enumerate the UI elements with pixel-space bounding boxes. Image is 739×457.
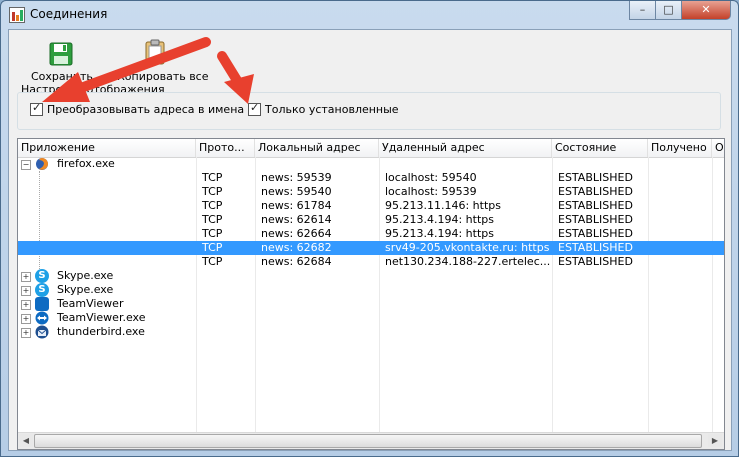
process-row-skype[interactable]: + S Skype.exe — [18, 283, 724, 297]
connections-window: Соединения – □ ✕ Сохранить Копировать вс… — [0, 0, 739, 457]
column-header-other[interactable]: О — [712, 139, 724, 157]
connections-grid[interactable]: Приложение Прото... Локальный адрес Удал… — [17, 138, 725, 450]
clipboard-icon — [145, 39, 165, 65]
only-established-label: Только установленные — [265, 103, 399, 116]
cell-state: ESTABLISHED — [558, 171, 633, 184]
teamviewer-icon — [35, 311, 49, 325]
process-name: TeamViewer.exe — [57, 311, 146, 324]
expand-toggle-icon[interactable]: + — [21, 272, 31, 282]
connection-row[interactable]: TCP news: 59539 localhost: 59540 ESTABLI… — [18, 171, 724, 185]
grid-header: Приложение Прото... Локальный адрес Удал… — [18, 139, 724, 158]
client-area: Сохранить Копировать все Настройки отобр… — [8, 29, 732, 451]
cell-protocol: TCP — [202, 241, 223, 254]
display-settings-panel: Преобразовывать адреса в имена Только ус… — [17, 92, 721, 130]
thunderbird-icon — [35, 325, 49, 339]
convert-addresses-label: Преобразовывать адреса в имена — [47, 103, 245, 116]
cell-protocol: TCP — [202, 199, 223, 212]
cell-remote-address: srv49-205.vkontakte.ru: https — [385, 241, 550, 254]
process-name: Skype.exe — [57, 269, 114, 282]
cell-local-address: news: 59540 — [261, 185, 332, 198]
cell-state: ESTABLISHED — [558, 185, 633, 198]
column-header-protocol[interactable]: Прото... — [196, 139, 255, 157]
cell-local-address: news: 62664 — [261, 227, 332, 240]
column-header-application[interactable]: Приложение — [18, 139, 196, 157]
process-name: TeamViewer — [57, 297, 124, 310]
skype-icon: S — [35, 283, 49, 297]
collapse-toggle-icon[interactable]: − — [21, 160, 31, 170]
cell-local-address: news: 62614 — [261, 213, 332, 226]
close-button[interactable]: ✕ — [681, 1, 731, 20]
column-header-state[interactable]: Состояние — [552, 139, 648, 157]
expand-toggle-icon[interactable]: + — [21, 328, 31, 338]
cell-protocol: TCP — [202, 213, 223, 226]
cell-local-address: news: 59539 — [261, 171, 332, 184]
copy-all-button[interactable]: Копировать все — [117, 34, 209, 84]
process-name: thunderbird.exe — [57, 325, 145, 338]
checkbox-checked-icon[interactable] — [248, 101, 261, 116]
process-row-skype[interactable]: + S Skype.exe — [18, 269, 724, 283]
minimize-button[interactable]: – — [629, 1, 656, 20]
cell-protocol: TCP — [202, 185, 223, 198]
save-button[interactable]: Сохранить — [31, 34, 93, 84]
connection-row[interactable]: TCP news: 62684 net130.234.188-227.ertel… — [18, 255, 724, 269]
cell-local-address: news: 62684 — [261, 255, 332, 268]
convert-addresses-checkbox[interactable]: Преобразовывать адреса в имена — [30, 101, 245, 116]
column-header-remote-address[interactable]: Удаленный адрес — [379, 139, 552, 157]
cell-remote-address: localhost: 59540 — [385, 171, 477, 184]
cell-state: ESTABLISHED — [558, 241, 633, 254]
cell-protocol: TCP — [202, 255, 223, 268]
connection-row[interactable]: TCP news: 59540 localhost: 59539 ESTABLI… — [18, 185, 724, 199]
maximize-button[interactable]: □ — [655, 1, 682, 20]
cell-remote-address: 95.213.11.146: https — [385, 199, 501, 212]
connection-row[interactable]: TCP news: 62614 95.213.4.194: https ESTA… — [18, 213, 724, 227]
process-row-firefox[interactable]: − firefox.exe — [18, 157, 724, 171]
cell-local-address: news: 61784 — [261, 199, 332, 212]
cell-state: ESTABLISHED — [558, 227, 633, 240]
checkbox-checked-icon[interactable] — [30, 101, 43, 116]
floppy-disk-icon — [49, 42, 73, 66]
cell-state: ESTABLISHED — [558, 213, 633, 226]
process-name: Skype.exe — [57, 283, 114, 296]
scroll-left-arrow-icon[interactable]: ◀ — [19, 434, 33, 447]
cell-remote-address: 95.213.4.194: https — [385, 213, 494, 226]
cell-local-address: news: 62682 — [261, 241, 332, 254]
cell-protocol: TCP — [202, 171, 223, 184]
expand-toggle-icon[interactable]: + — [21, 314, 31, 324]
save-button-label: Сохранить — [31, 70, 93, 83]
copy-all-button-label: Копировать все — [117, 70, 209, 83]
connection-row-selected[interactable]: TCP news: 62682 srv49-205.vkontakte.ru: … — [18, 241, 724, 255]
scrollbar-thumb[interactable] — [34, 434, 702, 448]
cell-state: ESTABLISHED — [558, 199, 633, 212]
cell-remote-address: 95.213.4.194: https — [385, 227, 494, 240]
cell-protocol: TCP — [202, 227, 223, 240]
column-header-received[interactable]: Получено — [648, 139, 712, 157]
teamviewer-icon — [35, 297, 49, 311]
expand-toggle-icon[interactable]: + — [21, 300, 31, 310]
column-header-local-address[interactable]: Локальный адрес — [255, 139, 379, 157]
process-row-thunderbird[interactable]: + thunderbird.exe — [18, 325, 724, 339]
app-icon — [9, 7, 25, 23]
cell-state: ESTABLISHED — [558, 255, 633, 268]
process-row-teamviewer[interactable]: + TeamViewer — [18, 297, 724, 311]
firefox-icon — [36, 158, 48, 170]
window-title: Соединения — [30, 7, 108, 21]
scroll-right-arrow-icon[interactable]: ▶ — [708, 434, 722, 447]
connection-row[interactable]: TCP news: 62664 95.213.4.194: https ESTA… — [18, 227, 724, 241]
cell-remote-address: localhost: 59539 — [385, 185, 477, 198]
connection-row[interactable]: TCP news: 61784 95.213.11.146: https EST… — [18, 199, 724, 213]
title-bar[interactable]: Соединения – □ ✕ — [1, 1, 738, 29]
cell-remote-address: net130.234.188-227.ertelec... — [385, 255, 551, 268]
only-established-checkbox[interactable]: Только установленные — [248, 101, 399, 116]
skype-icon: S — [35, 269, 49, 283]
horizontal-scrollbar[interactable]: ◀ ▶ — [18, 432, 724, 449]
process-name: firefox.exe — [57, 157, 115, 170]
process-row-teamviewer-exe[interactable]: + TeamViewer.exe — [18, 311, 724, 325]
expand-toggle-icon[interactable]: + — [21, 286, 31, 296]
